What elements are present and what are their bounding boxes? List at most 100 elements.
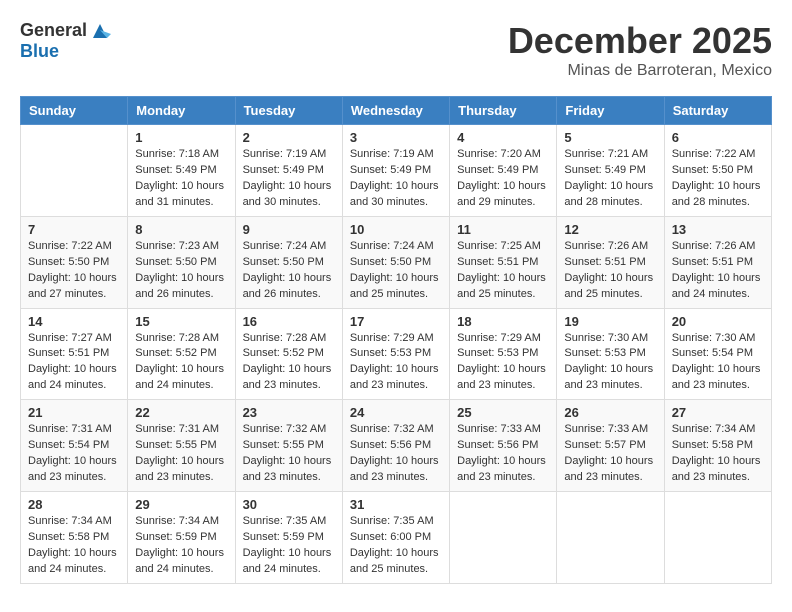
day-info: Sunrise: 7:32 AMSunset: 5:56 PMDaylight:…	[350, 422, 442, 486]
calendar-cell: 1Sunrise: 7:18 AMSunset: 5:49 PMDaylight…	[128, 125, 235, 217]
calendar-cell: 28 Sunrise: 7:34 AMSunset: 5:58 PMDayligh…	[21, 492, 128, 584]
calendar-cell: 10 Sunrise: 7:24 AMSunset: 5:50 PMDayligh…	[342, 216, 449, 308]
calendar-cell	[664, 492, 771, 584]
day-number: 16	[243, 314, 335, 329]
calendar-cell: 16 Sunrise: 7:28 AMSunset: 5:52 PMDayligh…	[235, 308, 342, 400]
logo-icon	[89, 20, 111, 42]
week-row-5: 28 Sunrise: 7:34 AMSunset: 5:58 PMDayligh…	[21, 492, 772, 584]
day-number: 7	[28, 222, 120, 237]
calendar-cell: 8 Sunrise: 7:23 AMSunset: 5:50 PMDaylight…	[128, 216, 235, 308]
day-number: 31	[350, 497, 442, 512]
calendar-cell: 18Sunrise: 7:29 AMSunset: 5:53 PMDayligh…	[450, 308, 557, 400]
day-number: 22	[135, 405, 227, 420]
day-info: Sunrise: 7:22 AMSunset: 5:50 PMDaylight:…	[672, 147, 764, 211]
day-number: 8	[135, 222, 227, 237]
page-header: General Blue December 2025 Minas de Barr…	[20, 20, 772, 80]
day-info: Sunrise: 7:28 AMSunset: 5:52 PMDaylight:…	[243, 331, 335, 395]
day-info: Sunrise: 7:31 AMSunset: 5:55 PMDaylight:…	[135, 422, 227, 486]
col-header-wednesday: Wednesday	[342, 97, 449, 125]
day-number: 17	[350, 314, 442, 329]
calendar-cell: 31 Sunrise: 7:35 AMSunset: 6:00 PMDayligh…	[342, 492, 449, 584]
day-number: 29	[135, 497, 227, 512]
col-header-monday: Monday	[128, 97, 235, 125]
day-info: Sunrise: 7:21 AMSunset: 5:49 PMDaylight:…	[564, 147, 656, 211]
day-info: Sunrise: 7:34 AMSunset: 5:59 PMDaylight:…	[135, 514, 227, 578]
day-number: 21	[28, 405, 120, 420]
day-info: Sunrise: 7:30 AMSunset: 5:54 PMDaylight:…	[672, 331, 764, 395]
day-number: 20	[672, 314, 764, 329]
calendar-cell: 3 Sunrise: 7:19 AMSunset: 5:49 PMDaylight…	[342, 125, 449, 217]
day-number: 15	[135, 314, 227, 329]
calendar-cell: 5 Sunrise: 7:21 AMSunset: 5:49 PMDaylight…	[557, 125, 664, 217]
day-info: Sunrise: 7:32 AMSunset: 5:55 PMDaylight:…	[243, 422, 335, 486]
day-number: 10	[350, 222, 442, 237]
day-info: Sunrise: 7:22 AMSunset: 5:50 PMDaylight:…	[28, 239, 120, 303]
day-info: Sunrise: 7:33 AMSunset: 5:56 PMDaylight:…	[457, 422, 549, 486]
calendar-cell: 11Sunrise: 7:25 AMSunset: 5:51 PMDayligh…	[450, 216, 557, 308]
calendar-cell	[450, 492, 557, 584]
calendar-cell: 17 Sunrise: 7:29 AMSunset: 5:53 PMDayligh…	[342, 308, 449, 400]
day-info: Sunrise: 7:35 AMSunset: 6:00 PMDaylight:…	[350, 514, 442, 578]
calendar-cell	[21, 125, 128, 217]
month-title: December 2025	[508, 20, 772, 62]
week-row-3: 14 Sunrise: 7:27 AMSunset: 5:51 PMDayligh…	[21, 308, 772, 400]
calendar-cell: 23 Sunrise: 7:32 AMSunset: 5:55 PMDayligh…	[235, 400, 342, 492]
calendar-cell: 25 Sunrise: 7:33 AMSunset: 5:56 PMDayligh…	[450, 400, 557, 492]
title-block: December 2025 Minas de Barroteran, Mexic…	[508, 20, 772, 80]
day-info: Sunrise: 7:29 AMSunset: 5:53 PMDaylight:…	[350, 331, 442, 395]
col-header-thursday: Thursday	[450, 97, 557, 125]
logo-blue-text: Blue	[20, 41, 59, 61]
calendar-cell: 26 Sunrise: 7:33 AMSunset: 5:57 PMDayligh…	[557, 400, 664, 492]
day-number: 23	[243, 405, 335, 420]
calendar-cell: 21Sunrise: 7:31 AMSunset: 5:54 PMDayligh…	[21, 400, 128, 492]
day-info: Sunrise: 7:35 AMSunset: 5:59 PMDaylight:…	[243, 514, 335, 578]
day-number: 26	[564, 405, 656, 420]
calendar-cell: 29 Sunrise: 7:34 AMSunset: 5:59 PMDayligh…	[128, 492, 235, 584]
calendar-cell	[557, 492, 664, 584]
day-number: 24	[350, 405, 442, 420]
day-number: 5	[564, 130, 656, 145]
day-info: Sunrise: 7:20 AMSunset: 5:49 PMDaylight:…	[457, 147, 549, 211]
day-info: Sunrise: 7:34 AMSunset: 5:58 PMDaylight:…	[28, 514, 120, 578]
calendar-cell: 27Sunrise: 7:34 AMSunset: 5:58 PMDayligh…	[664, 400, 771, 492]
day-number: 19	[564, 314, 656, 329]
day-info: Sunrise: 7:30 AMSunset: 5:53 PMDaylight:…	[564, 331, 656, 395]
calendar-cell: 24 Sunrise: 7:32 AMSunset: 5:56 PMDayligh…	[342, 400, 449, 492]
logo: General Blue	[20, 20, 111, 62]
day-number: 25	[457, 405, 549, 420]
calendar-cell: 20 Sunrise: 7:30 AMSunset: 5:54 PMDayligh…	[664, 308, 771, 400]
day-number: 6	[672, 130, 764, 145]
calendar-cell: 4 Sunrise: 7:20 AMSunset: 5:49 PMDaylight…	[450, 125, 557, 217]
logo-general-text: General	[20, 21, 87, 41]
calendar-cell: 15Sunrise: 7:28 AMSunset: 5:52 PMDayligh…	[128, 308, 235, 400]
calendar-cell: 14 Sunrise: 7:27 AMSunset: 5:51 PMDayligh…	[21, 308, 128, 400]
calendar-cell: 22 Sunrise: 7:31 AMSunset: 5:55 PMDayligh…	[128, 400, 235, 492]
col-header-sunday: Sunday	[21, 97, 128, 125]
day-number: 14	[28, 314, 120, 329]
day-info: Sunrise: 7:24 AMSunset: 5:50 PMDaylight:…	[350, 239, 442, 303]
calendar-cell: 9Sunrise: 7:24 AMSunset: 5:50 PMDaylight…	[235, 216, 342, 308]
calendar-header-row: SundayMondayTuesdayWednesdayThursdayFrid…	[21, 97, 772, 125]
col-header-friday: Friday	[557, 97, 664, 125]
day-number: 3	[350, 130, 442, 145]
day-number: 4	[457, 130, 549, 145]
calendar-cell: 6 Sunrise: 7:22 AMSunset: 5:50 PMDaylight…	[664, 125, 771, 217]
day-number: 30	[243, 497, 335, 512]
week-row-2: 7 Sunrise: 7:22 AMSunset: 5:50 PMDaylight…	[21, 216, 772, 308]
col-header-saturday: Saturday	[664, 97, 771, 125]
day-info: Sunrise: 7:23 AMSunset: 5:50 PMDaylight:…	[135, 239, 227, 303]
week-row-1: 1Sunrise: 7:18 AMSunset: 5:49 PMDaylight…	[21, 125, 772, 217]
day-info: Sunrise: 7:19 AMSunset: 5:49 PMDaylight:…	[350, 147, 442, 211]
calendar-cell: 7 Sunrise: 7:22 AMSunset: 5:50 PMDaylight…	[21, 216, 128, 308]
day-info: Sunrise: 7:29 AMSunset: 5:53 PMDaylight:…	[457, 331, 549, 395]
location: Minas de Barroteran, Mexico	[508, 62, 772, 80]
col-header-tuesday: Tuesday	[235, 97, 342, 125]
day-number: 12	[564, 222, 656, 237]
day-number: 28	[28, 497, 120, 512]
day-info: Sunrise: 7:26 AMSunset: 5:51 PMDaylight:…	[672, 239, 764, 303]
calendar-cell: 30 Sunrise: 7:35 AMSunset: 5:59 PMDayligh…	[235, 492, 342, 584]
calendar-table: SundayMondayTuesdayWednesdayThursdayFrid…	[20, 96, 772, 584]
day-info: Sunrise: 7:33 AMSunset: 5:57 PMDaylight:…	[564, 422, 656, 486]
day-info: Sunrise: 7:27 AMSunset: 5:51 PMDaylight:…	[28, 331, 120, 395]
day-info: Sunrise: 7:25 AMSunset: 5:51 PMDaylight:…	[457, 239, 549, 303]
